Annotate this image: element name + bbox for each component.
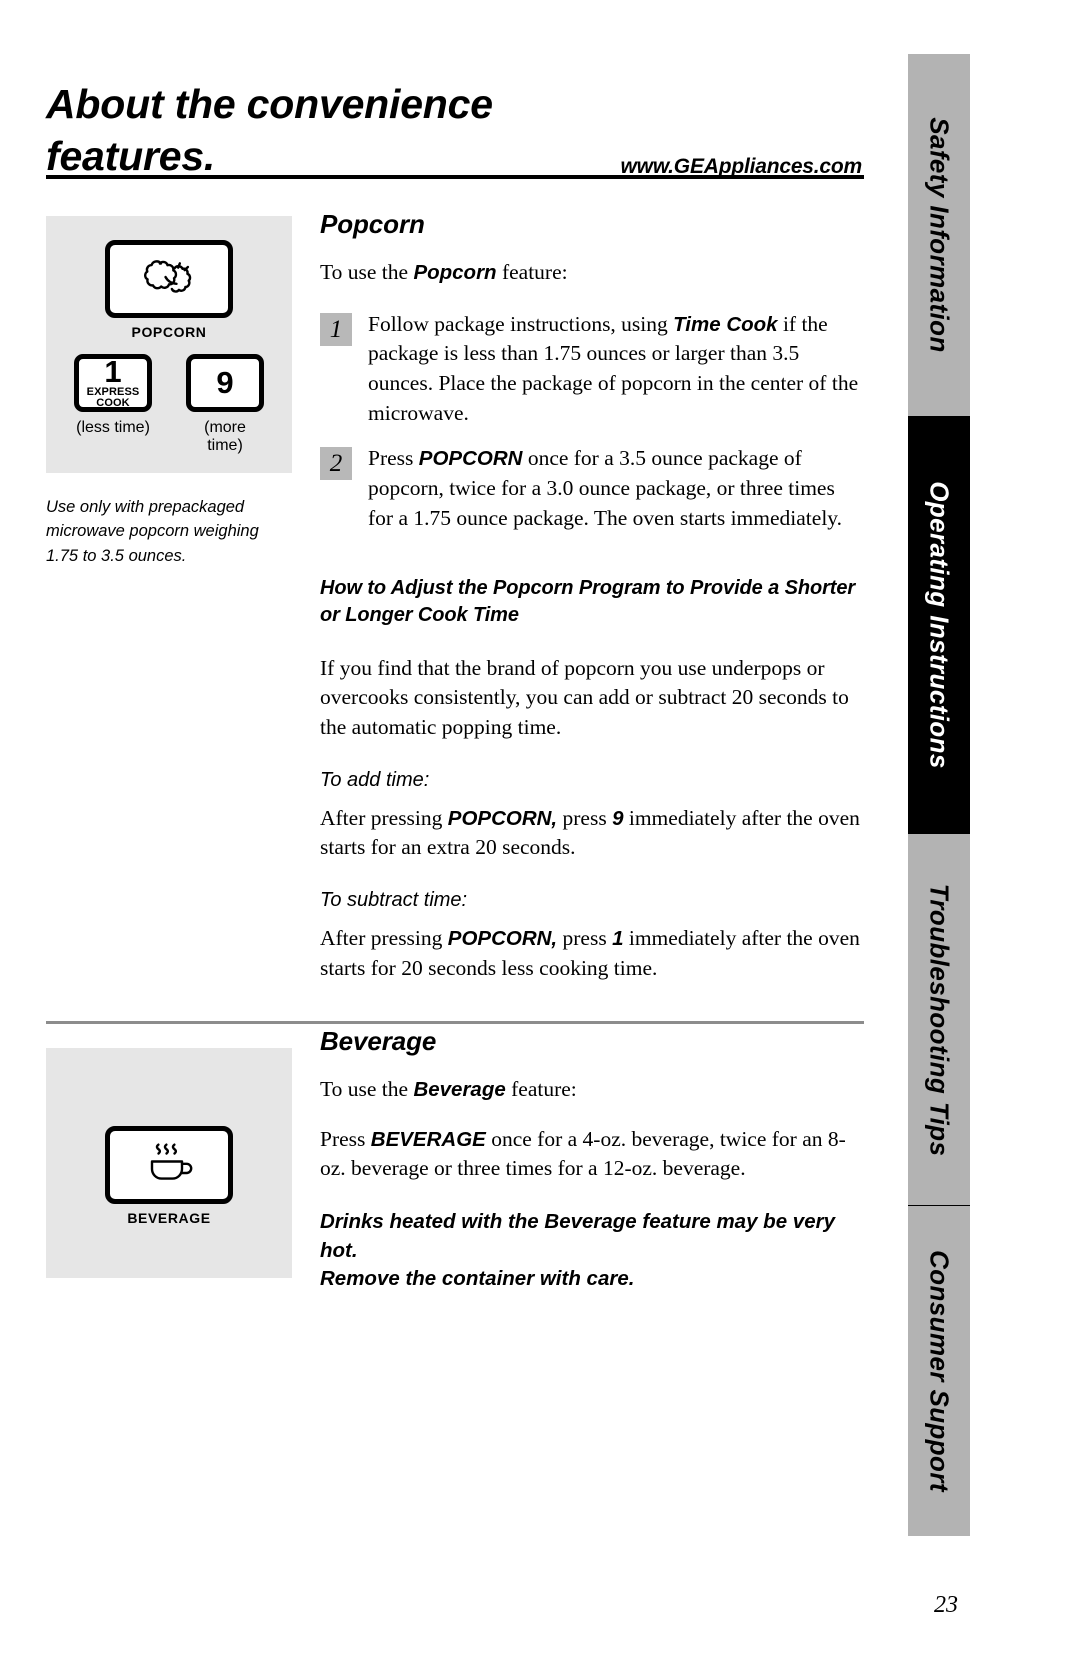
header-divider xyxy=(46,175,864,179)
popcorn-step-2: 2 Press POPCORN once for a 3.5 ounce pac… xyxy=(320,444,864,533)
number-9-button[interactable]: 9 xyxy=(186,354,264,412)
beverage-intro-pre: To use the xyxy=(320,1077,414,1101)
section-tab-consumer-support[interactable]: Consumer Support xyxy=(908,1206,970,1536)
popcorn-section: Popcorn To use the Popcorn feature: 1 Fo… xyxy=(320,209,864,983)
add-time-bold: POPCORN, xyxy=(447,806,558,830)
more-time-caption: (more time) xyxy=(204,419,246,454)
step-text: Follow package instructions, using Time … xyxy=(368,310,864,429)
button-digit: 9 xyxy=(216,365,234,401)
step-text-bold: POPCORN xyxy=(418,447,523,471)
section-tab-label: Operating Instructions xyxy=(924,481,955,769)
popcorn-control-panel-graphic: POPCORN 1 EXPRESS COOK (less time) 9 (mo… xyxy=(46,216,292,473)
adjust-heading-line-2: or Longer Cook Time xyxy=(320,604,519,627)
beverage-press-bold: BEVERAGE xyxy=(370,1127,486,1151)
adjust-heading-line-1: How to Adjust the Popcorn Program to Pro… xyxy=(320,577,856,600)
time-adjust-buttons: 1 EXPRESS COOK (less time) 9 (more time) xyxy=(46,354,292,455)
add-time-key: 9 xyxy=(612,806,624,830)
section-tab-label: Troubleshooting Tips xyxy=(924,883,955,1157)
page-title-line-1: About the convenience xyxy=(46,81,493,127)
popcorn-section-heading: Popcorn xyxy=(320,209,425,239)
add-time-body: After pressing POPCORN, press 9 immediat… xyxy=(320,804,864,863)
subtract-time-body: After pressing POPCORN, press 1 immediat… xyxy=(320,924,864,983)
step-text: Press POPCORN once for a 3.5 ounce packa… xyxy=(368,444,864,533)
button-sublabel: EXPRESS COOK xyxy=(86,386,140,410)
beverage-section: Beverage To use the Beverage feature: Pr… xyxy=(320,1026,864,1294)
express-cook-1-button[interactable]: 1 EXPRESS COOK xyxy=(74,354,152,412)
section-tab-safety-information[interactable]: Safety Information xyxy=(908,54,970,416)
beverage-warning: Drinks heated with the Beverage feature … xyxy=(320,1208,864,1294)
beverage-intro-post: feature: xyxy=(505,1077,577,1101)
beverage-warning-line-2: Remove the container with care. xyxy=(320,1267,635,1291)
subtract-time-bold: POPCORN, xyxy=(447,926,558,950)
popcorn-panel-note: Use only with prepackaged microwave popc… xyxy=(46,498,259,565)
step-text-pre: Press xyxy=(368,446,419,471)
popcorn-intro-bold: Popcorn xyxy=(413,261,497,284)
section-tabs: Safety Information Operating Instruction… xyxy=(908,54,970,1536)
beverage-warning-line-1: Drinks heated with the Beverage feature … xyxy=(320,1209,835,1262)
add-time-label: To add time: xyxy=(320,768,430,791)
more-time-cell: 9 (more time) xyxy=(186,354,264,455)
step-text-pre: Follow package instructions, using xyxy=(368,311,674,336)
less-time-caption: (less time) xyxy=(76,419,150,436)
beverage-control-panel-graphic: BEVERAGE xyxy=(46,1048,292,1278)
subtract-time-mid: press xyxy=(557,925,613,950)
beverage-button[interactable] xyxy=(105,1126,233,1204)
section-tab-label: Safety Information xyxy=(924,117,955,353)
beverage-panel-column: BEVERAGE xyxy=(46,1048,292,1278)
step-number: 1 xyxy=(320,312,352,346)
section-divider xyxy=(46,1021,864,1024)
subtract-time-pre: After pressing xyxy=(320,925,448,950)
popcorn-button-caption: POPCORN xyxy=(131,324,207,340)
less-time-cell: 1 EXPRESS COOK (less time) xyxy=(74,354,152,455)
popcorn-intro: To use the Popcorn feature: xyxy=(320,258,864,288)
popcorn-intro-pre: To use the xyxy=(320,260,414,284)
beverage-section-heading: Beverage xyxy=(320,1026,437,1056)
step-number: 2 xyxy=(320,447,352,481)
popcorn-button[interactable] xyxy=(105,240,233,318)
adjust-program-body: If you find that the brand of popcorn yo… xyxy=(320,655,849,739)
beverage-intro-bold: Beverage xyxy=(413,1078,506,1101)
popcorn-intro-post: feature: xyxy=(496,260,568,284)
beverage-press-pre: Press xyxy=(320,1126,371,1151)
section-tab-troubleshooting-tips[interactable]: Troubleshooting Tips xyxy=(908,834,970,1206)
popcorn-icon xyxy=(140,255,198,304)
add-time-pre: After pressing xyxy=(320,805,448,830)
popcorn-panel-column: POPCORN 1 EXPRESS COOK (less time) 9 (mo… xyxy=(46,216,292,568)
steaming-cup-icon xyxy=(141,1140,197,1191)
page-title-line-2: features. xyxy=(46,133,216,180)
manual-page: About the convenience features. www.GEApp… xyxy=(0,0,1080,1669)
subtract-time-label: To subtract time: xyxy=(320,888,468,911)
beverage-intro: To use the Beverage feature: xyxy=(320,1075,864,1105)
popcorn-step-1: 1 Follow package instructions, using Tim… xyxy=(320,310,864,429)
button-digit: 1 xyxy=(104,353,122,389)
step-text-bold: Time Cook xyxy=(673,312,778,336)
section-tab-operating-instructions[interactable]: Operating Instructions xyxy=(908,416,970,834)
subtract-time-key: 1 xyxy=(612,926,624,950)
adjust-program-heading: How to Adjust the Popcorn Program to Pro… xyxy=(320,575,864,629)
page-number: 23 xyxy=(934,1592,958,1618)
section-tab-label: Consumer Support xyxy=(924,1250,955,1492)
beverage-press-body: Press BEVERAGE once for a 4-oz. beverage… xyxy=(320,1125,864,1184)
page-header: About the convenience features. www.GEApp… xyxy=(46,78,864,183)
add-time-mid: press xyxy=(557,805,613,830)
beverage-button-caption: BEVERAGE xyxy=(127,1210,211,1226)
